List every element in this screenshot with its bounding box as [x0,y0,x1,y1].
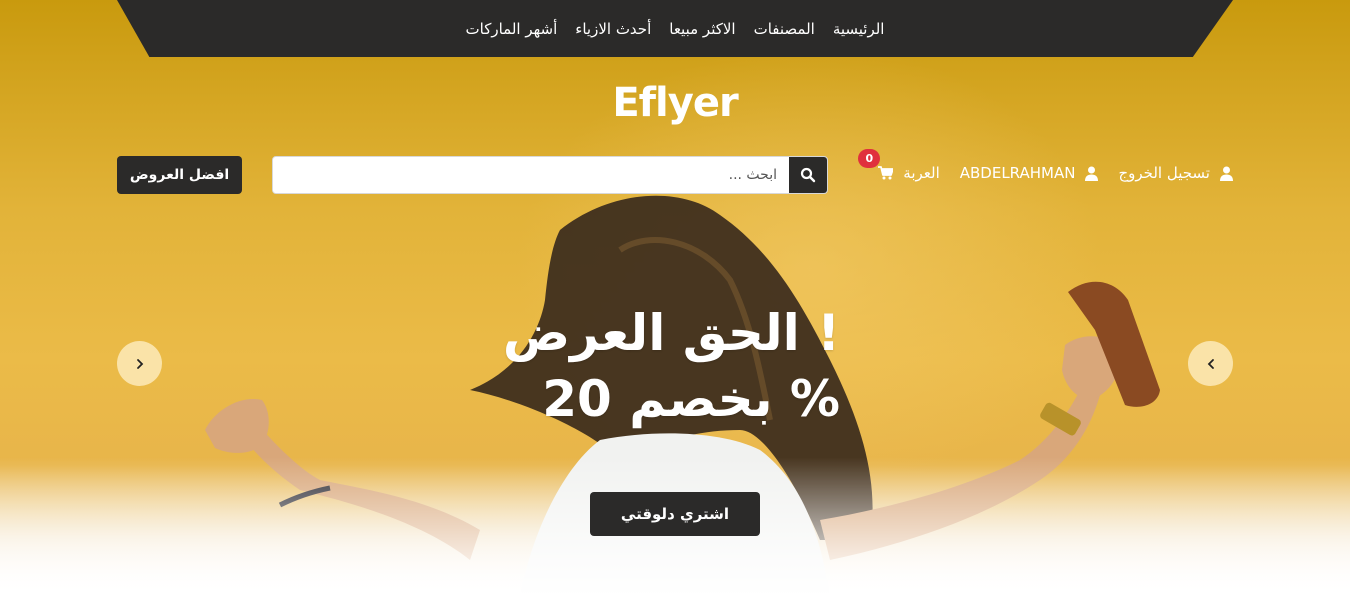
hero-headline: الحق العرض ! بخصم 20 % [380,300,840,432]
search-bar [272,156,828,194]
chevron-left-icon [1207,358,1214,369]
nav-list: الرئيسية المصنفات الاكثر مبيعا أحدث الاز… [466,20,885,38]
shopping-cart-icon [878,166,894,180]
user-icon [1085,166,1099,181]
nav-item-latest-fashion[interactable]: أحدث الازياء [575,20,651,38]
nav-item-top-brands[interactable]: أشهر الماركات [466,20,558,38]
buy-now-button[interactable]: اشتري دلوقتي [590,492,760,536]
carousel-prev-button[interactable] [117,341,162,386]
logout-label: تسجيل الخروج [1118,164,1210,182]
search-input[interactable] [273,157,789,193]
chevron-right-icon [136,358,143,369]
search-button[interactable] [789,157,827,193]
best-offers-button[interactable]: افضل العروض [117,156,242,194]
hero-headline-line-1: الحق العرض ! [502,304,840,362]
carousel-next-button[interactable] [1188,341,1233,386]
nav-item-home[interactable]: الرئيسية [833,20,885,38]
hero-headline-line-2: بخصم 20 % [542,370,840,428]
cart-label: العربة [903,164,940,182]
username: ABDELRAHMAN [959,164,1076,182]
logout-link[interactable]: تسجيل الخروج [1118,164,1233,182]
cart-link[interactable]: العربة 0 [858,149,940,182]
nav-item-best-sellers[interactable]: الاكثر مبيعا [669,20,735,38]
search-icon [800,167,816,183]
cart-count-badge: 0 [858,149,881,168]
nav-item-categories[interactable]: المصنفات [754,20,815,38]
site-logo[interactable]: Eflyer [0,80,1350,126]
top-navigation: الرئيسية المصنفات الاكثر مبيعا أحدث الاز… [117,0,1233,57]
user-bar: تسجيل الخروج ABDELRAHMAN العربة 0 [858,149,1233,186]
account-link[interactable]: ABDELRAHMAN [960,164,1099,182]
user-icon [1220,166,1233,181]
